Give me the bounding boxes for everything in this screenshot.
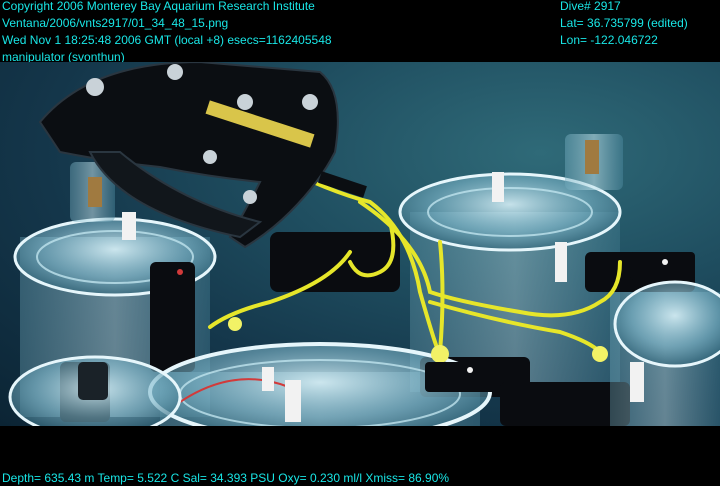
overlay-top-left: Copyright 2006 Monterey Bay Aquarium Res… [2,0,332,66]
sensor-readout: Depth= 635.43 m Temp= 5.522 C Sal= 34.39… [2,471,450,485]
core-chamber-front-left [8,355,182,426]
dive-number: Dive# 2917 [560,0,621,13]
filename-line: Ventana/2006/vnts2917/01_34_48_15.png [2,16,229,30]
rov-video-frame: Copyright 2006 Monterey Bay Aquarium Res… [0,0,720,486]
core-chamber-front-right [610,280,720,426]
copyright-line: Copyright 2006 Monterey Bay Aquarium Res… [2,0,315,13]
scene-illustration [8,62,720,426]
timestamp-line: Wed Nov 1 18:25:48 2006 GMT (local +8) e… [2,33,332,47]
latitude: Lat= 36.735799 (edited) [560,16,688,30]
overlay-top-right: Dive# 2917 Lat= 36.735799 (edited) Lon= … [560,0,688,49]
underwater-scene [0,62,720,426]
longitude: Lon= -122.046722 [560,33,658,47]
